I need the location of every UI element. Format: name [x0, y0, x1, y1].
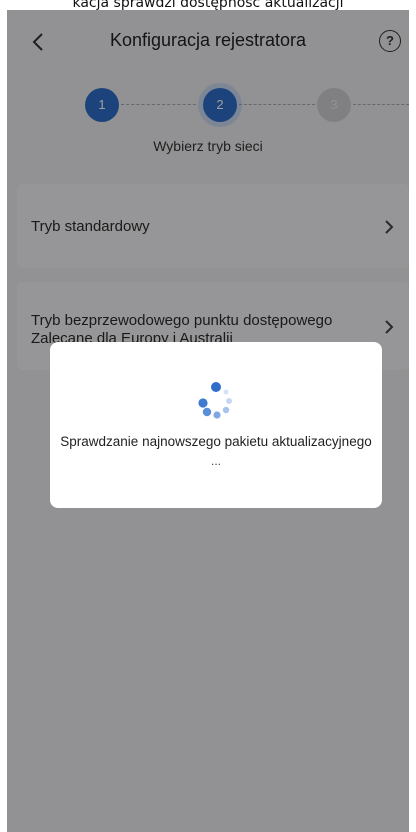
loading-dialog: Sprawdzanie najnowszego pakietu aktualiz… [50, 342, 382, 508]
loading-spinner-icon [198, 382, 232, 419]
app-screen: Konfiguracja rejestratora ? 1 2 3 Wybier… [7, 10, 409, 832]
dialog-message: Sprawdzanie najnowszego pakietu aktualiz… [60, 434, 372, 449]
dialog-ellipsis: ... [210, 454, 221, 468]
